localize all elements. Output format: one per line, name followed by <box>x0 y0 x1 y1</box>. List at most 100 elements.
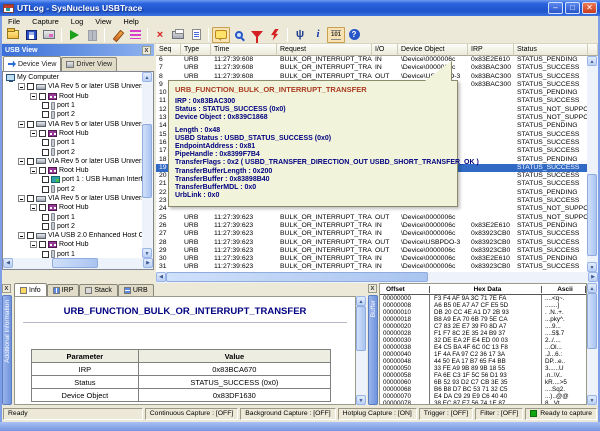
tree-item-checkbox[interactable] <box>42 176 49 183</box>
collapse-icon[interactable] <box>30 93 37 100</box>
report-button[interactable] <box>187 27 205 43</box>
tree-item-checkbox[interactable] <box>42 149 49 156</box>
tree-item-checkbox[interactable] <box>39 167 46 174</box>
tree-item-port-1[interactable]: port 1 <box>4 138 142 147</box>
scrollbar-thumb[interactable] <box>356 306 366 351</box>
scrollbar-thumb[interactable] <box>587 293 597 349</box>
scrollbar-thumb[interactable] <box>142 124 152 199</box>
log-row-27[interactable]: 27URB11:27:39:623BULK_OR_INTERRUPT_TRANS… <box>156 230 588 238</box>
open-button[interactable] <box>4 27 22 43</box>
collapse-icon[interactable] <box>18 121 25 128</box>
collapse-icon[interactable] <box>30 130 37 137</box>
tree-item-checkbox[interactable] <box>42 186 49 193</box>
start-capture-button[interactable] <box>65 27 83 43</box>
save-button[interactable] <box>22 27 40 43</box>
scroll-right-icon[interactable]: ▶ <box>143 258 153 268</box>
scroll-left-icon[interactable]: ◀ <box>156 272 166 282</box>
collapse-icon[interactable] <box>30 204 37 211</box>
tab-irp[interactable]: IRP <box>47 284 80 296</box>
scroll-down-icon[interactable]: ▼ <box>142 248 152 258</box>
tree-item-checkbox[interactable] <box>27 158 34 165</box>
tree-item-checkbox[interactable] <box>42 139 49 146</box>
tree-item-checkbox[interactable] <box>27 83 34 90</box>
export-button[interactable] <box>40 27 58 43</box>
clear-button[interactable]: × <box>151 27 169 43</box>
log-vertical-scrollbar[interactable]: ▲▼ <box>587 56 598 272</box>
tree-item-my-computer[interactable]: My Computer <box>4 73 142 82</box>
tree-item-checkbox[interactable] <box>39 204 46 211</box>
tree-item-checkbox[interactable] <box>27 121 34 128</box>
log-row-25[interactable]: 25URB11:27:39:623BULK_OR_INTERRUPT_TRANS… <box>156 214 588 222</box>
usb-view-close-icon[interactable]: x <box>142 46 151 55</box>
collapse-icon[interactable] <box>30 241 37 248</box>
collapse-icon[interactable] <box>18 195 25 202</box>
tree-item-checkbox[interactable] <box>42 251 49 258</box>
tree-item-checkbox[interactable] <box>39 130 46 137</box>
menu-help[interactable]: Help <box>117 17 144 26</box>
tab-urb[interactable]: URB <box>118 284 154 296</box>
tree-item-via-usb-2-0-enhanced-host-cont[interactable]: VIA USB 2.0 Enhanced Host Controller <box>4 231 142 240</box>
tree-item-checkbox[interactable] <box>42 102 49 109</box>
tree-item-port-1[interactable]: port 1 <box>4 101 142 110</box>
tree-item-root-hub[interactable]: Root Hub <box>4 166 142 175</box>
tree-item-port-1-usb-human-interface-d[interactable]: port 1 : USB Human Interface D <box>4 175 142 184</box>
filter-button[interactable] <box>248 27 266 43</box>
tab-driver-view[interactable]: Driver View <box>61 57 117 71</box>
pause-capture-button[interactable] <box>83 27 101 43</box>
scrollbar-thumb[interactable] <box>52 258 98 268</box>
scroll-down-icon[interactable]: ▼ <box>587 262 597 272</box>
scroll-up-icon[interactable]: ▲ <box>142 72 152 82</box>
column-header-deviceobject[interactable]: Device Object <box>398 44 468 56</box>
find-button[interactable] <box>230 27 248 43</box>
tree-item-port-1[interactable]: port 1 <box>4 212 142 221</box>
hex-pane-close-icon[interactable]: x <box>368 284 377 293</box>
edit-capture-button[interactable] <box>108 27 126 43</box>
tree-item-checkbox[interactable] <box>27 195 34 202</box>
tab-stack[interactable]: Stack <box>79 284 118 296</box>
tree-item-root-hub[interactable]: Root Hub <box>4 240 142 249</box>
tree-item-checkbox[interactable] <box>42 214 49 221</box>
tree-item-port-2[interactable]: port 2 <box>4 185 142 194</box>
tree-item-checkbox[interactable] <box>39 241 46 248</box>
column-header-request[interactable]: Request <box>277 44 372 56</box>
column-header-type[interactable]: Type <box>181 44 211 56</box>
trigger-button[interactable] <box>266 27 284 43</box>
log-row-30[interactable]: 30URB11:27:39:623BULK_OR_INTERRUPT_TRANS… <box>156 255 588 263</box>
collapse-icon[interactable] <box>18 232 25 239</box>
tree-vertical-scrollbar[interactable]: ▲▼ <box>142 72 153 258</box>
log-row-7[interactable]: 7URB11:27:39:608BULK_OR_INTERRUPT_TRANSF… <box>156 64 588 72</box>
column-header-io[interactable]: I/O <box>372 44 398 56</box>
print-button[interactable] <box>169 27 187 43</box>
info-vertical-scrollbar[interactable]: ▲▼ <box>356 296 367 405</box>
tree-item-checkbox[interactable] <box>39 93 46 100</box>
minimize-button[interactable]: – <box>548 2 563 14</box>
scrollbar-thumb[interactable] <box>587 174 597 256</box>
column-header-seq[interactable]: Seq <box>156 44 181 56</box>
tree-item-checkbox[interactable] <box>42 223 49 230</box>
log-row-31[interactable]: 31URB11:27:39:623BULK_OR_INTERRUPT_TRANS… <box>156 263 588 271</box>
scroll-up-icon[interactable]: ▲ <box>587 283 597 293</box>
tooltip-button[interactable] <box>212 27 230 43</box>
log-row-28[interactable]: 28URB11:27:39:623BULK_OR_INTERRUPT_TRANS… <box>156 239 588 247</box>
scroll-down-icon[interactable]: ▼ <box>587 395 597 405</box>
tree-item-via-rev-5-or-later-usb-univers[interactable]: VIA Rev 5 or later USB Universal Host C <box>4 194 142 203</box>
log-row-29[interactable]: 29URB11:27:39:623BULK_OR_INTERRUPT_TRANS… <box>156 247 588 255</box>
hex-view-button[interactable]: 101 <box>327 27 345 43</box>
tree-item-via-rev-5-or-later-usb-univers[interactable]: VIA Rev 5 or later USB Universal Host C <box>4 82 142 91</box>
tree-item-checkbox[interactable] <box>27 232 34 239</box>
collapse-icon[interactable] <box>18 83 25 90</box>
scrollbar-thumb[interactable] <box>166 272 428 282</box>
tab-info[interactable]: Info <box>14 283 47 296</box>
scroll-down-icon[interactable]: ▼ <box>356 395 366 405</box>
tree-item-port-2[interactable]: port 2 <box>4 222 142 231</box>
collapse-icon[interactable] <box>18 158 25 165</box>
log-row-26[interactable]: 26URB11:27:39:623BULK_OR_INTERRUPT_TRANS… <box>156 222 588 230</box>
scroll-right-icon[interactable]: ▶ <box>588 272 598 282</box>
tree-horizontal-scrollbar[interactable]: ◀▶ <box>3 258 153 269</box>
scroll-up-icon[interactable]: ▲ <box>587 56 597 66</box>
tree-item-checkbox[interactable] <box>42 111 49 118</box>
scroll-up-icon[interactable]: ▲ <box>356 296 366 306</box>
info-button[interactable]: i <box>309 27 327 43</box>
menu-log[interactable]: Log <box>65 17 90 26</box>
tree-item-via-rev-5-or-later-usb-univers[interactable]: VIA Rev 5 or later USB Universal Host C <box>4 119 142 128</box>
